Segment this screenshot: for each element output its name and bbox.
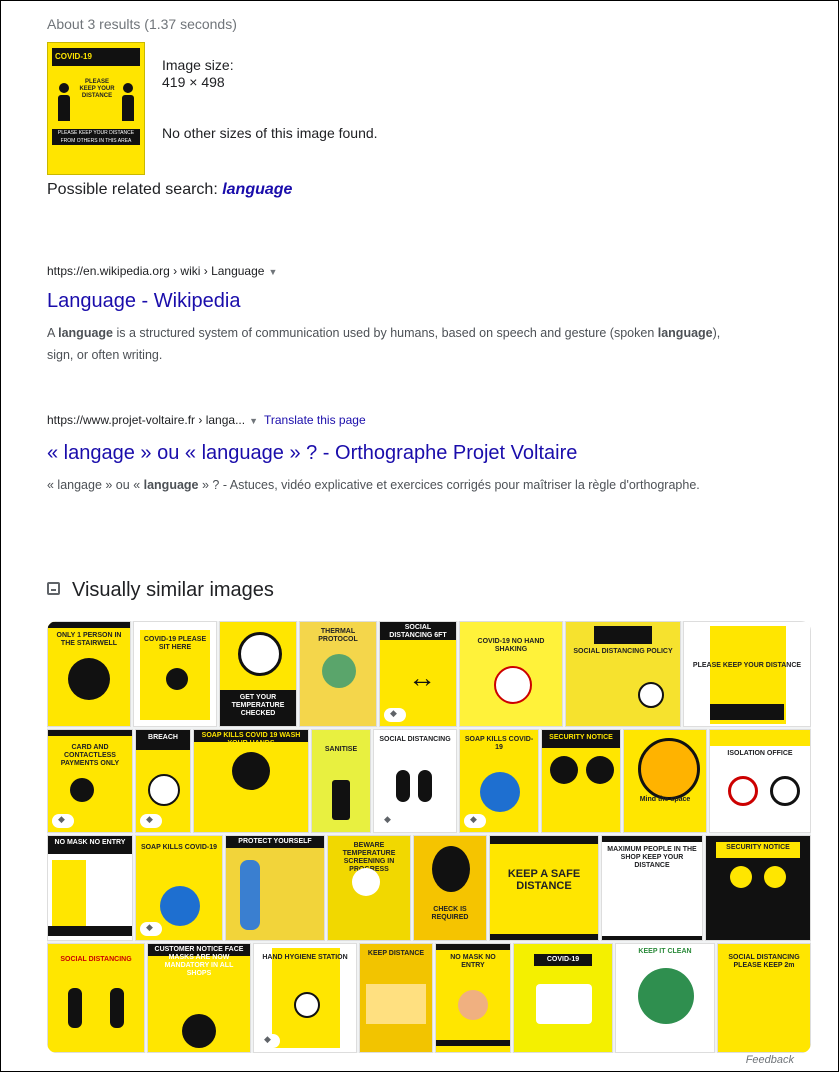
result-2-title[interactable]: « langage » ou « language » ? - Orthogra… [47,442,577,465]
related-search: Possible related search: language [47,181,292,199]
results-stats: About 3 results (1.37 seconds) [47,16,237,32]
result-1-snippet: A language is a structured system of com… [47,326,721,362]
similar-image[interactable]: CARD AND CONTACTLESS PAYMENTS ONLY [47,729,133,833]
similar-image[interactable]: SOCIAL DISTANCING POLICY [565,621,681,727]
image-size-label: Image size: [162,57,234,73]
visually-similar-grid: ONLY 1 PERSON IN THE STAIRWELL COVID-19 … [47,621,811,1053]
result-menu-arrow-icon[interactable]: ▼ [249,416,258,426]
similar-image[interactable]: SOCIAL DISTANCING PLEASE KEEP 2m [717,943,811,1053]
query-image-thumbnail[interactable]: COVID-19 PLEASE KEEP YOUR DISTANCE PLEAS… [47,42,145,175]
similar-image[interactable]: BREACH [135,729,191,833]
similar-image[interactable]: SOCIAL DISTANCING [47,943,145,1053]
similar-image[interactable]: THERMAL PROTOCOL [299,621,377,727]
similar-image[interactable]: SANITISE [311,729,371,833]
result-2-cite[interactable]: https://www.projet-voltaire.fr › langa..… [47,413,366,427]
similar-image[interactable]: SOCIAL DISTANCING [373,729,457,833]
similar-image[interactable]: SOCIAL DISTANCING 6FT ↔ [379,621,457,727]
related-search-link[interactable]: language [222,181,292,198]
similar-image[interactable]: KEEP IT CLEAN [615,943,715,1053]
feedback-link[interactable]: Feedback [746,1054,794,1066]
similar-image[interactable]: NO MASK NO ENTRY [47,835,133,941]
thumbnail-header: COVID-19 [52,48,140,66]
similar-image[interactable]: KEEP A SAFE DISTANCE [489,835,599,941]
person-icon [58,83,70,121]
image-icon [47,582,60,596]
similar-image[interactable]: SECURITY NOTICE [541,729,621,833]
similar-image[interactable]: SOAP KILLS COVID-19 [459,729,539,833]
result-menu-arrow-icon[interactable]: ▼ [268,267,277,277]
translate-link[interactable]: Translate this page [264,413,366,427]
similar-image[interactable]: SOAP KILLS COVID 19 WASH YOUR HANDS [193,729,309,833]
result-1-title[interactable]: Language - Wikipedia [47,290,240,313]
similar-image[interactable]: Mind the space [623,729,707,833]
similar-image[interactable]: HAND HYGIENE STATION [253,943,357,1053]
similar-image[interactable]: ONLY 1 PERSON IN THE STAIRWELL [47,621,131,727]
similar-image[interactable]: BEWARE TEMPERATURE SCREENING IN PROGRESS [327,835,411,941]
similar-image[interactable]: COVID-19 [513,943,613,1053]
similar-image[interactable]: ISOLATION OFFICE [709,729,811,833]
similar-image[interactable]: KEEP DISTANCE [359,943,433,1053]
similar-image[interactable]: COVID-19 PLEASE SIT HERE [133,621,217,727]
result-2-url: https://www.projet-voltaire.fr › langa..… [47,413,246,427]
similar-image[interactable]: GET YOUR TEMPERATURE CHECKED [219,621,297,727]
result-1-url: https://en.wikipedia.org › wiki › Langua… [47,264,265,278]
similar-image[interactable]: SOAP KILLS COVID-19 [135,835,223,941]
visually-similar-heading: Visually similar images [47,579,274,602]
no-other-sizes-text: No other sizes of this image found. [162,125,378,141]
similar-image[interactable]: SECURITY NOTICE [705,835,811,941]
similar-image[interactable]: CHECK IS REQUIRED [413,835,487,941]
visually-similar-heading-text: Visually similar images [72,579,274,601]
thumbnail-header-text: COVID-19 [55,52,92,61]
thumbnail-footer-text: PLEASE KEEP YOUR DISTANCE FROM OTHERS IN… [52,129,140,145]
person-icon [122,83,134,121]
related-search-prefix: Possible related search: [47,181,223,198]
similar-image[interactable]: NO MASK NO ENTRY [435,943,511,1053]
similar-image[interactable]: CUSTOMER NOTICE FACE MASKS ARE NOW MANDA… [147,943,251,1053]
search-results-page: About 3 results (1.37 seconds) COVID-19 … [0,0,839,1072]
thumbnail-middle-text: PLEASE KEEP YOUR DISTANCE [79,79,115,99]
result-1-cite[interactable]: https://en.wikipedia.org › wiki › Langua… [47,264,277,278]
similar-image[interactable]: PROTECT YOURSELF [225,835,325,941]
similar-image[interactable]: COVID-19 NO HAND SHAKING [459,621,563,727]
image-size-value: 419 × 498 [162,74,225,90]
result-2-snippet: « langage » ou « language » ? - Astuces,… [47,478,700,492]
similar-image[interactable]: PLEASE KEEP YOUR DISTANCE [683,621,811,727]
similar-image[interactable]: MAXIMUM PEOPLE IN THE SHOP KEEP YOUR DIS… [601,835,703,941]
